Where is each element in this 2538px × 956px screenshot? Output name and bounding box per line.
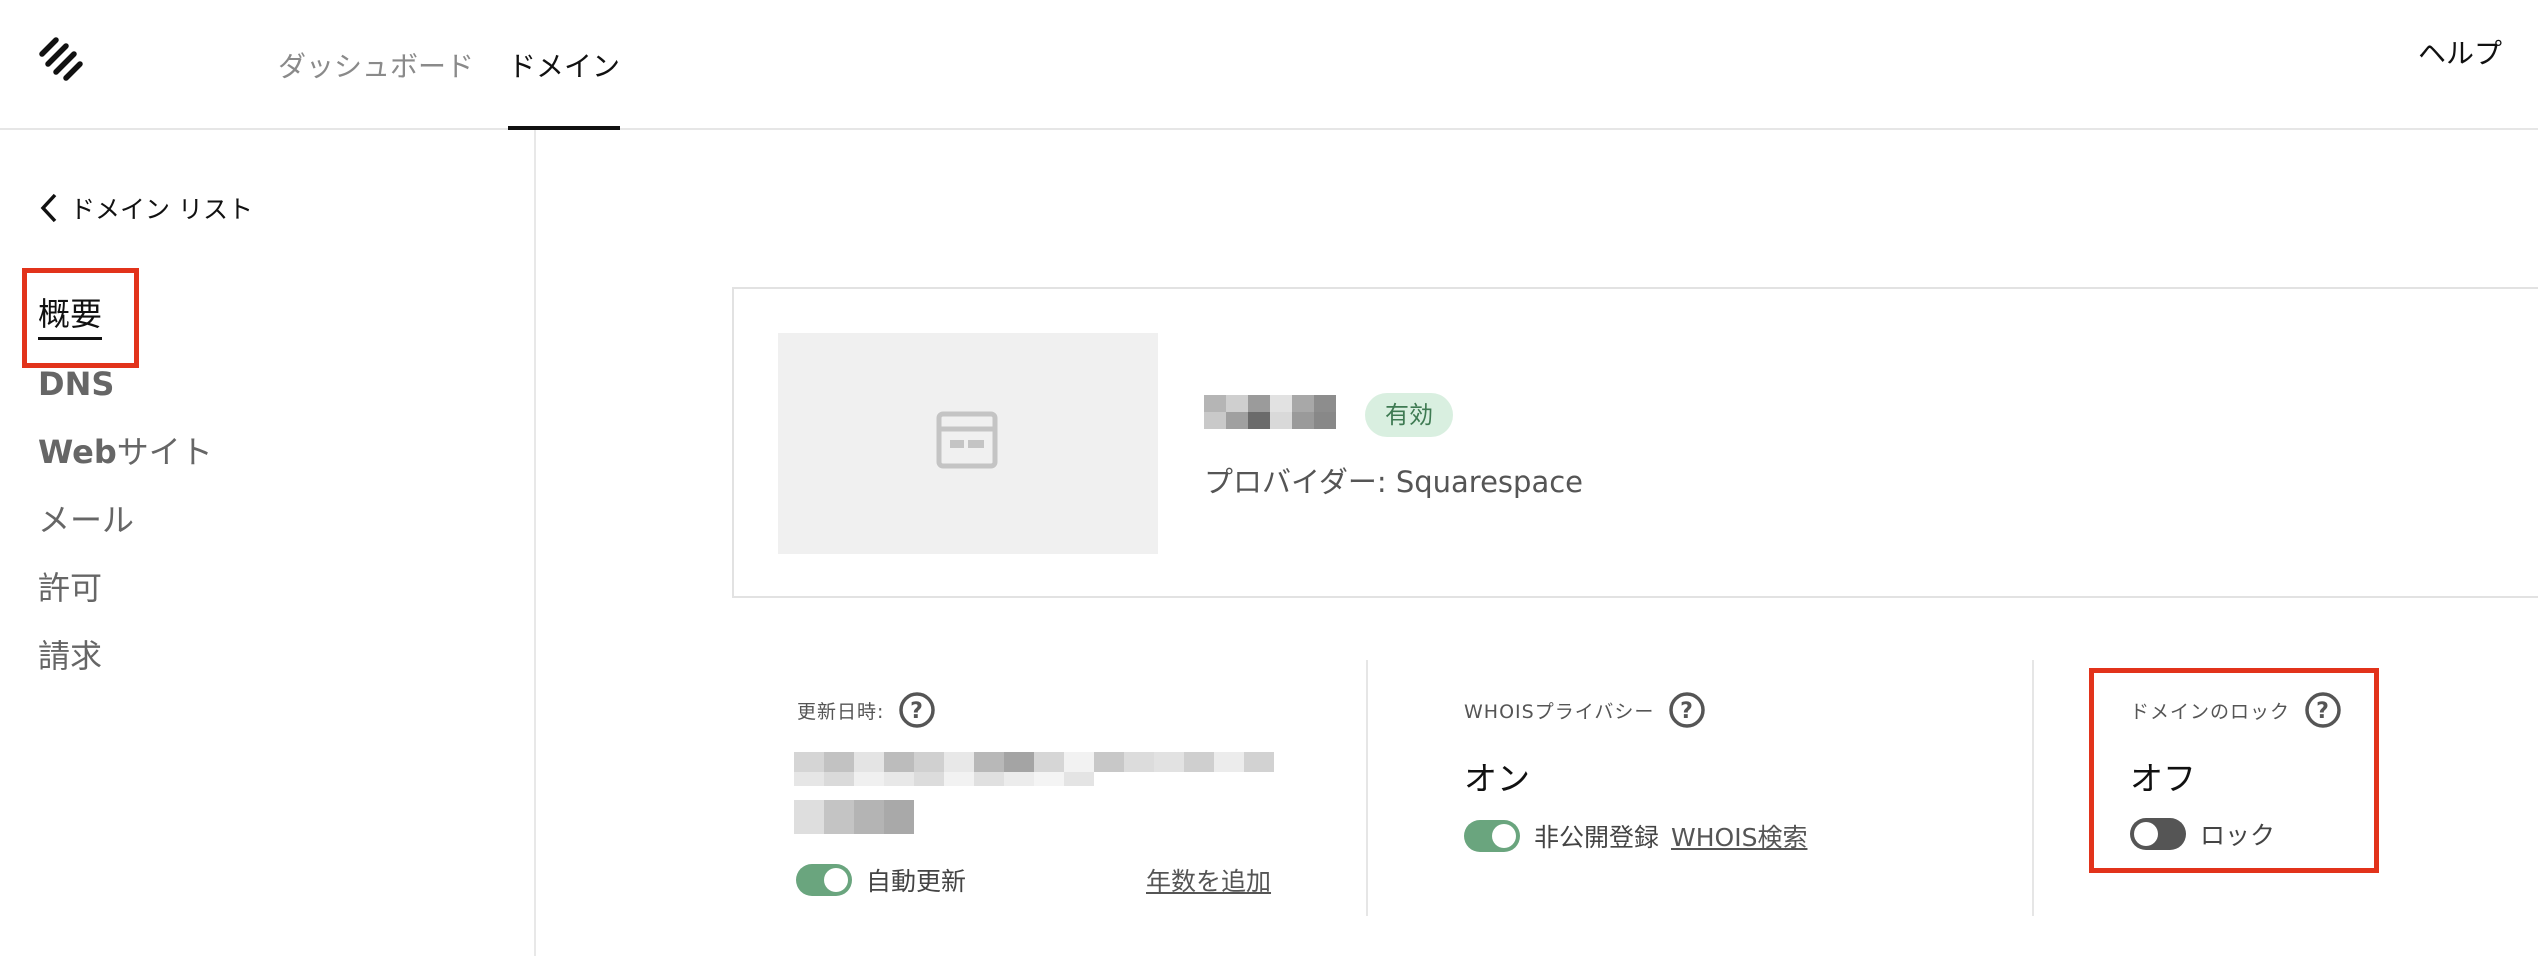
svg-text:?: ? — [911, 699, 925, 724]
sidebar-item-permissions[interactable]: 許可 — [38, 566, 102, 610]
question-circle-icon[interactable]: ? — [2304, 691, 2342, 729]
chevron-left-icon — [40, 193, 57, 223]
squarespace-logo[interactable] — [36, 34, 86, 84]
sidebar-item-dns[interactable]: DNS — [38, 362, 114, 406]
lock-toggle-row: ロック — [2130, 816, 2275, 852]
browser-window-icon — [936, 411, 998, 469]
sidebar-item-billing[interactable]: 請求 — [38, 634, 102, 678]
sidebar-item-overview[interactable]: 概要 — [38, 292, 103, 340]
lock-label: ドメインのロック — [2130, 700, 2291, 723]
private-registration-row: 非公開登録 WHOIS検索 — [1464, 818, 1807, 854]
lock-toggle-label: ロック — [2200, 821, 2276, 850]
tab-dashboard[interactable]: ダッシュボード — [278, 0, 474, 130]
svg-text:?: ? — [2316, 699, 2330, 724]
question-circle-icon[interactable]: ? — [898, 691, 936, 729]
domain-name-redacted-row2 — [1204, 412, 1336, 429]
toggle-knob — [2134, 822, 2158, 846]
active-underline — [38, 337, 103, 340]
domain-lock-section: ドメインのロック ? オフ ロック — [2032, 660, 2538, 916]
toggle-knob — [1492, 824, 1516, 848]
renewal-date-redacted-row2 — [794, 772, 1094, 786]
status-badge: 有効 — [1365, 393, 1453, 437]
renewal-label-row: 更新日時: ? — [797, 690, 936, 730]
renewal-label: 更新日時: — [797, 700, 885, 723]
renewal-date-redacted — [794, 752, 1274, 772]
question-circle-icon[interactable]: ? — [1668, 691, 1706, 729]
add-years-row: 年数を追加 — [1146, 862, 1271, 898]
sidebar-item-email[interactable]: メール — [38, 498, 134, 542]
whois-privacy-section: WHOISプライバシー ? オン 非公開登録 WHOIS検索 — [1366, 660, 2034, 916]
whois-value: オン — [1464, 759, 1530, 798]
svg-text:?: ? — [1680, 699, 1694, 724]
toggle-knob — [824, 868, 848, 892]
sidebar-item-label-rest: サイト — [116, 433, 213, 471]
domain-name-redacted — [1204, 395, 1336, 412]
sidebar-item-label-bold: Web — [38, 433, 117, 471]
tab-domains[interactable]: ドメイン — [508, 0, 621, 130]
domain-lock-toggle[interactable] — [2130, 818, 2186, 850]
lock-value: オフ — [2130, 759, 2196, 798]
renewal-section: 更新日時: ? 自動更新 年数を追加 — [732, 660, 1368, 916]
whois-label: WHOISプライバシー — [1464, 700, 1655, 723]
auto-renew-toggle[interactable] — [796, 864, 852, 896]
private-registration-toggle[interactable] — [1464, 820, 1520, 852]
back-link-label: ドメイン リスト — [70, 195, 253, 224]
sidebar: ドメイン リスト 概要 DNS Webサイト メール 許可 請求 — [0, 130, 536, 956]
whois-lookup-link[interactable]: WHOIS検索 — [1671, 818, 1807, 854]
domain-summary-card: 有効 プロバイダー: Squarespace — [732, 287, 2538, 598]
back-to-domain-list-link[interactable]: ドメイン リスト — [38, 188, 253, 228]
add-years-link[interactable]: 年数を追加 — [1146, 862, 1271, 898]
renewal-date-redacted-row3 — [794, 800, 914, 834]
site-thumbnail — [778, 333, 1158, 554]
help-link[interactable]: ヘルプ — [2418, 34, 2502, 74]
sidebar-item-label: 概要 — [38, 295, 103, 333]
auto-renew-label: 自動更新 — [866, 867, 967, 896]
top-navigation-bar: ダッシュボード ドメイン ヘルプ — [0, 0, 2538, 130]
provider-text: プロバイダー: Squarespace — [1204, 465, 1583, 499]
sidebar-item-website[interactable]: Webサイト — [38, 430, 213, 474]
lock-label-row: ドメインのロック ? — [2130, 690, 2342, 730]
whois-label-row: WHOISプライバシー ? — [1464, 690, 1706, 730]
private-registration-label: 非公開登録 — [1534, 823, 1660, 852]
auto-renew-row: 自動更新 — [796, 862, 966, 898]
